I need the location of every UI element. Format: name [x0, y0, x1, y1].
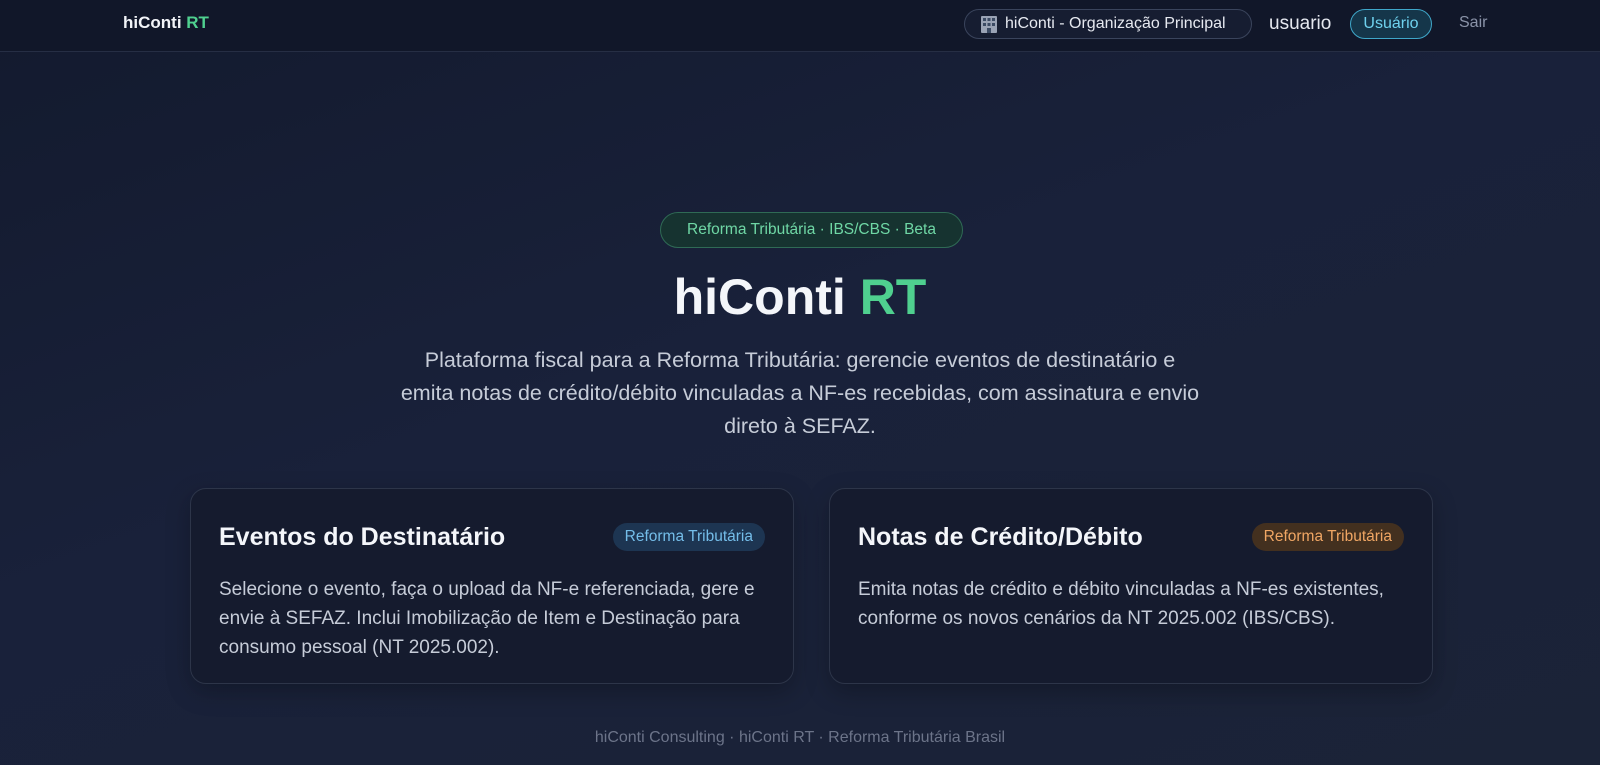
- card-description: Emita notas de crédito e débito vinculad…: [858, 579, 1384, 629]
- organization-selector[interactable]: hiConti - Organização Principal: [964, 9, 1252, 39]
- card-notas-credito-debito[interactable]: Notas de Crédito/Débito Reforma Tributár…: [829, 488, 1433, 684]
- footer-text: hiConti Consulting · hiConti RT · Reform…: [594, 729, 1006, 746]
- brand-name: hiConti: [123, 13, 182, 32]
- organization-name: hiConti - Organização Principal: [1005, 15, 1226, 32]
- brand-logo[interactable]: hiConti RT: [123, 13, 209, 33]
- username-label: usuario: [1269, 13, 1332, 34]
- card-title: Eventos do Destinatário: [219, 523, 506, 551]
- card-eventos-destinatario[interactable]: Eventos do Destinatário Reforma Tributár…: [190, 488, 794, 684]
- hero-description: Plataforma fiscal para a Reforma Tributá…: [400, 348, 1200, 438]
- hero-title-main: hiConti: [673, 269, 846, 325]
- card-description: Selecione o evento, faça o upload da NF-…: [219, 579, 755, 658]
- card-tag: Reforma Tributária: [612, 523, 765, 551]
- top-navbar: hiConti RT hiConti - Organização Princip…: [0, 0, 1600, 52]
- card-tag: Reforma Tributária: [1251, 523, 1404, 551]
- card-title: Notas de Crédito/Débito: [858, 523, 1143, 551]
- brand-accent: RT: [186, 13, 209, 32]
- logout-link[interactable]: Sair: [1459, 14, 1487, 32]
- hero-badge: Reforma Tributária · IBS/CBS · Beta: [660, 212, 963, 248]
- user-role-badge: Usuário: [1350, 9, 1432, 39]
- hero-title: hiConti RT: [0, 268, 1600, 326]
- hero-title-accent: RT: [859, 269, 927, 325]
- office-building-icon: [979, 14, 999, 34]
